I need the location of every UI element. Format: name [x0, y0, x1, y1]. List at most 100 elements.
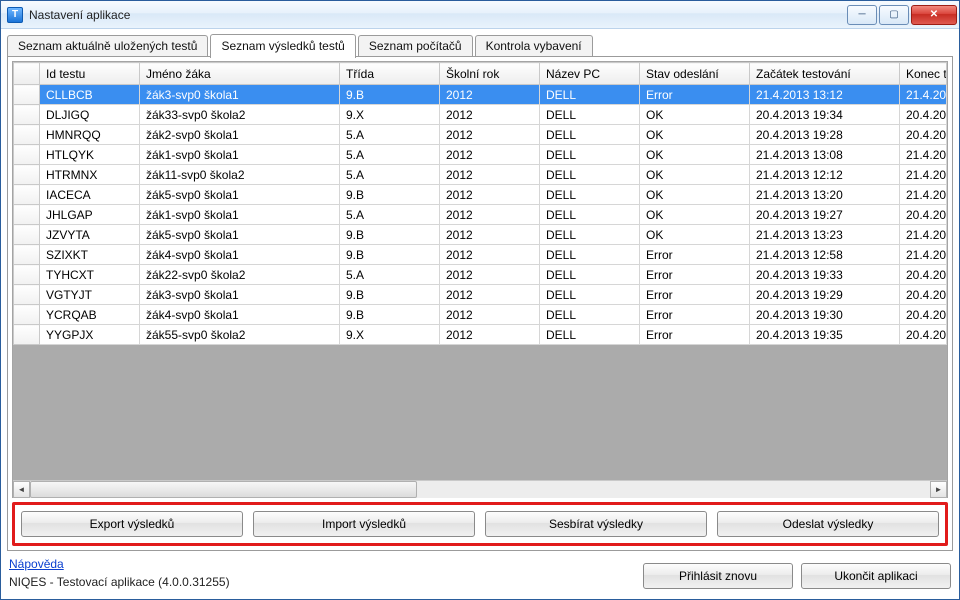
help-link[interactable]: Nápověda [9, 557, 64, 571]
titlebar: T Nastavení aplikace ─ ▢ ✕ [1, 1, 959, 29]
tab-1[interactable]: Seznam výsledků testů [210, 34, 355, 58]
cell: VGTYJT [40, 285, 140, 305]
row-header [14, 205, 40, 225]
cell: 2012 [440, 165, 540, 185]
column-header-2[interactable]: Třída [340, 63, 440, 85]
cell: 2012 [440, 325, 540, 345]
table-row[interactable]: YCRQABžák4-svp0 škola19.B2012DELLError20… [14, 305, 947, 325]
cell: 2012 [440, 105, 540, 125]
cell: 5.A [340, 205, 440, 225]
table-row[interactable]: CLLBCBžák3-svp0 škola19.B2012DELLError21… [14, 85, 947, 105]
row-header [14, 85, 40, 105]
cell: 2012 [440, 265, 540, 285]
cell: 20.4.2013 19: [900, 265, 947, 285]
cell: JHLGAP [40, 205, 140, 225]
cell: 2012 [440, 185, 540, 205]
cell: 21.4.2013 13: [900, 85, 947, 105]
column-header-4[interactable]: Název PC [540, 63, 640, 85]
cell: 21.4.2013 12:12 [750, 165, 900, 185]
cell: 9.X [340, 325, 440, 345]
table-row[interactable]: VGTYJTžák3-svp0 škola19.B2012DELLError20… [14, 285, 947, 305]
tab-2[interactable]: Seznam počítačů [358, 35, 473, 57]
cell: 20.4.2013 19:30 [750, 305, 900, 325]
column-header-5[interactable]: Stav odeslání [640, 63, 750, 85]
table-row[interactable]: IACECAžák5-svp0 škola19.B2012DELLOK21.4.… [14, 185, 947, 205]
row-header [14, 305, 40, 325]
minimize-button[interactable]: ─ [847, 5, 877, 25]
column-header-6[interactable]: Začátek testování [750, 63, 900, 85]
row-header-corner [14, 63, 40, 85]
cell: 21.4.2013 13:12 [750, 85, 900, 105]
cell: DELL [540, 185, 640, 205]
cell: Error [640, 305, 750, 325]
cell: Error [640, 265, 750, 285]
row-header [14, 125, 40, 145]
cell: DELL [540, 225, 640, 245]
scroll-thumb[interactable] [30, 481, 417, 498]
content: Seznam aktuálně uložených testůSeznam vý… [1, 29, 959, 599]
table-row[interactable]: JHLGAPžák1-svp0 škola15.A2012DELLOK20.4.… [14, 205, 947, 225]
scroll-left-icon[interactable]: ◄ [13, 481, 30, 498]
cell: žák1-svp0 škola1 [140, 205, 340, 225]
tab-0[interactable]: Seznam aktuálně uložených testů [7, 35, 208, 57]
cell: 21.4.2013 13:08 [750, 145, 900, 165]
table-row[interactable]: HTRMNXžák11-svp0 škola25.A2012DELLOK21.4… [14, 165, 947, 185]
cell: HMNRQQ [40, 125, 140, 145]
grid-viewport: Id testuJméno žákaTřídaŠkolní rokNázev P… [13, 62, 947, 480]
cell: 2012 [440, 205, 540, 225]
relogin-button[interactable]: Přihlásit znovu [643, 563, 793, 589]
cell: 5.A [340, 265, 440, 285]
import-results-button[interactable]: Import výsledků [253, 511, 475, 537]
cell: 20.4.2013 19: [900, 105, 947, 125]
cell: 21.4.2013 12: [900, 165, 947, 185]
table-row[interactable]: HMNRQQžák2-svp0 škola15.A2012DELLOK20.4.… [14, 125, 947, 145]
table-row[interactable]: SZIXKTžák4-svp0 škola19.B2012DELLError21… [14, 245, 947, 265]
cell: DELL [540, 305, 640, 325]
tab-3[interactable]: Kontrola vybavení [475, 35, 593, 57]
horizontal-scrollbar[interactable]: ◄ ► [13, 480, 947, 497]
send-results-button[interactable]: Odeslat výsledky [717, 511, 939, 537]
cell: žák1-svp0 škola1 [140, 145, 340, 165]
cell: 20.4.2013 19: [900, 325, 947, 345]
maximize-button[interactable]: ▢ [879, 5, 909, 25]
table-row[interactable]: TYHCXTžák22-svp0 škola25.A2012DELLError2… [14, 265, 947, 285]
app-icon: T [7, 7, 23, 23]
cell: 21.4.2013 13:23 [750, 225, 900, 245]
cell: OK [640, 205, 750, 225]
cell: Error [640, 85, 750, 105]
column-header-7[interactable]: Konec testov [900, 63, 947, 85]
cell: 9.B [340, 285, 440, 305]
cell: DELL [540, 105, 640, 125]
cell: JZVYTA [40, 225, 140, 245]
cell: OK [640, 185, 750, 205]
column-header-0[interactable]: Id testu [40, 63, 140, 85]
close-button[interactable]: ✕ [911, 5, 957, 25]
cell: 20.4.2013 19:33 [750, 265, 900, 285]
app-version-text: NIQES - Testovací aplikace (4.0.0.31255) [9, 575, 230, 589]
export-results-button[interactable]: Export výsledků [21, 511, 243, 537]
cell: 2012 [440, 125, 540, 145]
cell: žák2-svp0 škola1 [140, 125, 340, 145]
collect-results-button[interactable]: Sesbírat výsledky [485, 511, 707, 537]
quit-button[interactable]: Ukončit aplikaci [801, 563, 951, 589]
cell: 2012 [440, 225, 540, 245]
column-header-3[interactable]: Školní rok [440, 63, 540, 85]
scroll-right-icon[interactable]: ► [930, 481, 947, 498]
cell: DELL [540, 85, 640, 105]
row-header [14, 185, 40, 205]
window-title: Nastavení aplikace [29, 8, 845, 22]
column-header-1[interactable]: Jméno žáka [140, 63, 340, 85]
row-header [14, 165, 40, 185]
cell: DELL [540, 325, 640, 345]
table-row[interactable]: JZVYTAžák5-svp0 škola19.B2012DELLOK21.4.… [14, 225, 947, 245]
cell: DELL [540, 165, 640, 185]
cell: žák3-svp0 škola1 [140, 85, 340, 105]
table-row[interactable]: YYGPJXžák55-svp0 škola29.X2012DELLError2… [14, 325, 947, 345]
table-row[interactable]: DLJIGQžák33-svp0 škola29.X2012DELLOK20.4… [14, 105, 947, 125]
table-row[interactable]: HTLQYKžák1-svp0 škola15.A2012DELLOK21.4.… [14, 145, 947, 165]
cell: 20.4.2013 19: [900, 125, 947, 145]
scroll-track[interactable] [30, 481, 930, 498]
results-table: Id testuJméno žákaTřídaŠkolní rokNázev P… [13, 62, 947, 345]
cell: 20.4.2013 19:28 [750, 125, 900, 145]
cell: DELL [540, 205, 640, 225]
